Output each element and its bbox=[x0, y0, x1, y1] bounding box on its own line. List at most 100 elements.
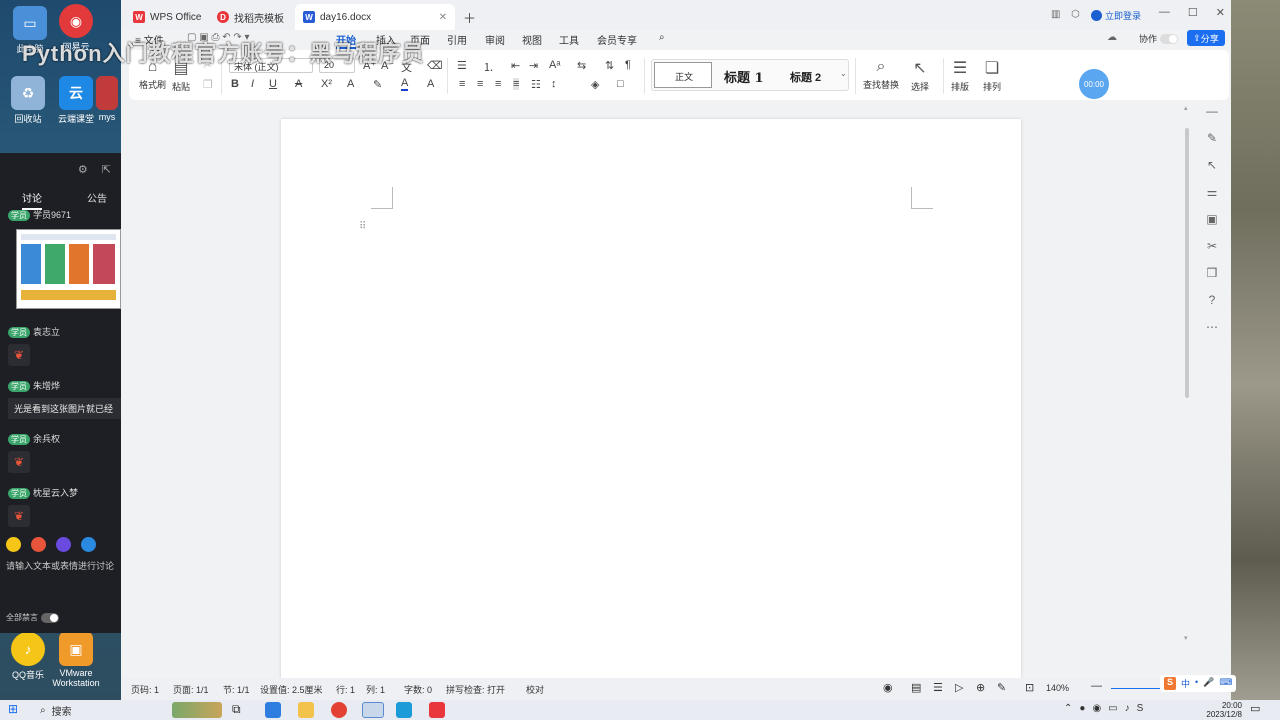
volume-icon[interactable]: ♪ bbox=[1125, 703, 1130, 714]
menu-review[interactable]: 审阅 bbox=[485, 32, 505, 47]
shared-image[interactable] bbox=[16, 229, 121, 309]
copy-icon[interactable]: ❐ bbox=[203, 78, 213, 91]
status-col[interactable]: 列: 1 bbox=[366, 683, 385, 696]
zoom-level[interactable]: 140% bbox=[1046, 683, 1069, 693]
underline-icon[interactable]: U bbox=[269, 78, 277, 90]
align-left-icon[interactable]: ≡ bbox=[459, 78, 465, 90]
clock[interactable]: 20:00 2023/12/8 bbox=[1198, 701, 1242, 719]
layout-icon[interactable]: ▥ bbox=[1051, 9, 1060, 20]
scroll-down-icon[interactable]: ▾ bbox=[1184, 634, 1188, 642]
tab-announcement[interactable]: 公告 bbox=[87, 190, 107, 210]
netease-tray-icon[interactable]: ◉ bbox=[1092, 703, 1101, 714]
file-explorer-icon[interactable] bbox=[298, 702, 314, 718]
shading-icon[interactable]: ◈ bbox=[591, 78, 599, 91]
page-view-icon[interactable]: ▤ bbox=[911, 681, 921, 694]
cloud-icon[interactable]: ☁ bbox=[1107, 32, 1117, 43]
tray-up-icon[interactable]: ⌃ bbox=[1064, 703, 1072, 714]
borders-icon[interactable]: □ bbox=[617, 78, 624, 90]
web-view-icon[interactable]: ⊕ bbox=[976, 681, 985, 694]
minimize-icon[interactable]: — bbox=[1159, 6, 1170, 19]
menu-member[interactable]: 会员专享 bbox=[597, 32, 637, 47]
collab-label[interactable]: 协作 bbox=[1139, 32, 1157, 45]
increase-indent-icon[interactable]: ⇥ bbox=[529, 59, 538, 72]
status-spell-check[interactable]: 拼写检查: 打开 bbox=[446, 683, 505, 696]
bold-icon[interactable]: B bbox=[231, 78, 239, 90]
status-section[interactable]: 节: 1/1 bbox=[223, 683, 250, 696]
image-edit-icon[interactable]: ▣ bbox=[1206, 212, 1217, 226]
font-color-icon[interactable]: A bbox=[401, 78, 409, 91]
find-replace-button[interactable]: ⌕ 查找替换 bbox=[863, 58, 899, 91]
zoom-out-icon[interactable]: — bbox=[1091, 680, 1102, 692]
vertical-scrollbar[interactable]: ▴ ▾ bbox=[1183, 104, 1191, 669]
desktop-icon-mysql[interactable]: mys bbox=[92, 76, 122, 122]
image-icon[interactable] bbox=[81, 537, 96, 552]
like-icon[interactable] bbox=[56, 537, 71, 552]
align-center-icon[interactable]: ≡ bbox=[477, 78, 483, 90]
wps-taskbar-icon[interactable] bbox=[429, 702, 445, 718]
select-button[interactable]: ↖ 选择 bbox=[911, 58, 929, 93]
distribute-icon[interactable]: ☷ bbox=[531, 78, 541, 91]
share-button[interactable]: ⇪ 分享 bbox=[1187, 30, 1225, 46]
menu-view[interactable]: 视图 bbox=[522, 32, 542, 47]
strikethrough-icon[interactable]: A bbox=[295, 78, 302, 90]
eye-icon[interactable]: ◉ bbox=[883, 681, 893, 694]
windows-start-icon[interactable]: ⊞ bbox=[8, 702, 24, 718]
tab-close-icon[interactable]: ✕ bbox=[439, 12, 447, 23]
recording-timer[interactable]: 00:00 bbox=[1079, 69, 1109, 99]
desktop-icon-vmware[interactable]: ▣ VMware Workstation bbox=[48, 632, 104, 688]
status-proofread[interactable]: 校对 bbox=[526, 683, 544, 696]
chat-input[interactable]: 请输入文本或表情进行讨论 bbox=[6, 559, 114, 572]
new-tab-icon[interactable]: ＋ bbox=[463, 8, 476, 27]
italic-icon[interactable]: I bbox=[251, 78, 254, 90]
fit-icon[interactable]: ⊡ bbox=[1025, 681, 1034, 694]
play-icon[interactable]: ▷ bbox=[955, 681, 963, 694]
chrome-icon[interactable] bbox=[331, 702, 347, 718]
style-heading2[interactable]: 标题 2 bbox=[790, 69, 821, 85]
gift-icon[interactable] bbox=[31, 537, 46, 552]
status-word-count[interactable]: 字数: 0 bbox=[404, 683, 432, 696]
sogou-tray-icon[interactable]: S bbox=[1137, 703, 1144, 714]
network-icon[interactable]: ▭ bbox=[1108, 703, 1117, 714]
tab-wps-office[interactable]: W WPS Office bbox=[125, 4, 210, 30]
justify-icon[interactable]: ≡ bbox=[513, 78, 520, 90]
cube-icon[interactable]: ⬡ bbox=[1071, 9, 1080, 20]
mic-icon[interactable]: ● bbox=[1079, 703, 1085, 714]
styles-more-icon[interactable]: ⌄ bbox=[840, 69, 847, 78]
notification-icon[interactable]: ▭ bbox=[1250, 702, 1266, 718]
tab-discussion[interactable]: 讨论 bbox=[22, 190, 42, 210]
ime-toolbar[interactable]: S 中 • 🎤 ⌨ bbox=[1160, 675, 1237, 692]
tab-day16-docx[interactable]: W day16.docx ✕ bbox=[295, 4, 455, 30]
tab-docer[interactable]: D 找稻壳模板 bbox=[209, 4, 292, 30]
collapse-icon[interactable]: — bbox=[1206, 104, 1218, 118]
style-normal[interactable]: 正文 bbox=[654, 62, 712, 88]
decrease-indent-icon[interactable]: ⇤ bbox=[511, 59, 520, 72]
search-icon[interactable]: ⌕ bbox=[659, 32, 665, 43]
text-effect-icon[interactable]: A bbox=[347, 78, 354, 90]
scroll-up-icon[interactable]: ▴ bbox=[1184, 104, 1188, 112]
status-pages[interactable]: 页面: 1/1 bbox=[173, 683, 209, 696]
app-icon[interactable] bbox=[396, 702, 412, 718]
adjust-icon[interactable]: ⚌ bbox=[1207, 185, 1218, 199]
numbering-icon[interactable]: ⒈ bbox=[483, 59, 494, 75]
popout-icon[interactable]: ⇱ bbox=[102, 163, 111, 176]
ime-voice-icon[interactable]: 🎤 bbox=[1203, 677, 1214, 690]
ime-mode[interactable]: 中 bbox=[1181, 677, 1190, 690]
superscript-icon[interactable]: X² bbox=[321, 78, 332, 90]
close-icon[interactable]: ✕ bbox=[1216, 6, 1225, 19]
select-cursor-icon[interactable]: ↖ bbox=[1207, 158, 1217, 172]
bullets-icon[interactable]: ☰ bbox=[457, 59, 467, 72]
menu-tools[interactable]: 工具 bbox=[559, 32, 579, 47]
chinese-layout-icon[interactable]: ⇆ bbox=[577, 59, 586, 72]
edit-icon[interactable]: ✎ bbox=[997, 681, 1006, 694]
store-icon[interactable] bbox=[265, 702, 281, 718]
recorder-icon[interactable] bbox=[362, 702, 384, 718]
clear-format-icon[interactable]: ⌫ bbox=[427, 59, 443, 72]
align-right-icon[interactable]: ≡ bbox=[495, 78, 501, 90]
layout-button[interactable]: ☰ 排版 bbox=[951, 58, 969, 93]
char-shading-icon[interactable]: A bbox=[427, 78, 434, 90]
show-marks-icon[interactable]: ¶ bbox=[625, 59, 631, 71]
text-dir-icon[interactable]: Aᵃ bbox=[549, 59, 560, 71]
tools-icon[interactable]: ✂ bbox=[1207, 239, 1217, 253]
sort-icon[interactable]: ⇅ bbox=[605, 59, 614, 72]
more-icon[interactable]: ⋯ bbox=[1206, 320, 1218, 334]
